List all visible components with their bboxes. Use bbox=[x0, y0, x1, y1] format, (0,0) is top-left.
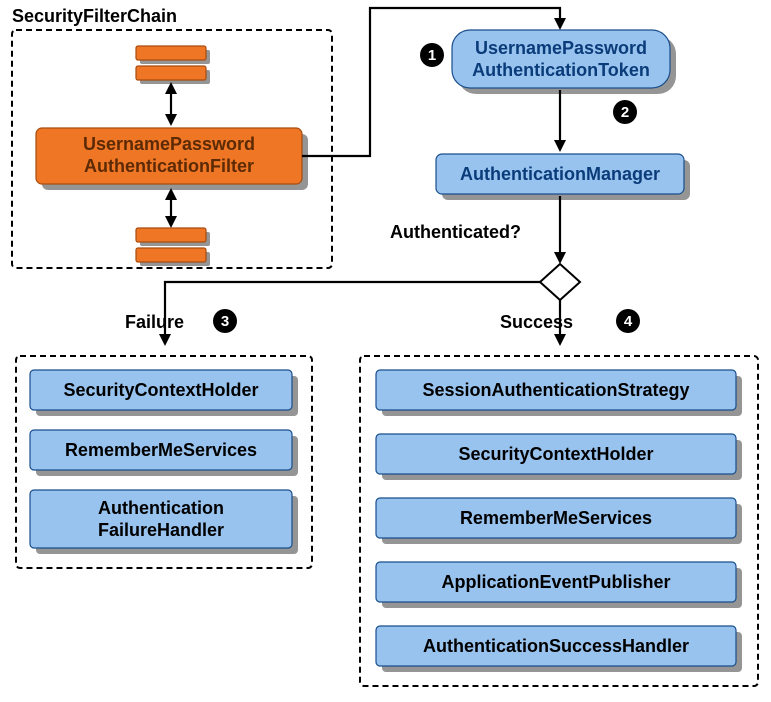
double-arrow-top bbox=[165, 82, 177, 126]
success-box-3: ApplicationEventPublisher bbox=[376, 562, 742, 608]
filter-stack-bottom bbox=[136, 228, 210, 266]
success-box-4: AuthenticationSuccessHandler bbox=[376, 626, 742, 672]
token-box: UsernamePassword AuthenticationToken bbox=[452, 30, 676, 94]
svg-text:SecurityContextHolder: SecurityContextHolder bbox=[63, 380, 258, 400]
svg-text:RememberMeServices: RememberMeServices bbox=[65, 440, 257, 460]
decision-label: Authenticated? bbox=[390, 222, 521, 242]
decision-diamond bbox=[540, 264, 580, 300]
success-label: Success bbox=[500, 312, 573, 332]
badge-1: 1 bbox=[420, 43, 444, 67]
svg-text:ApplicationEventPublisher: ApplicationEventPublisher bbox=[441, 572, 670, 592]
svg-text:1: 1 bbox=[428, 47, 436, 64]
failure-box-2: Authentication FailureHandler bbox=[30, 490, 298, 554]
double-arrow-bottom bbox=[165, 188, 177, 228]
svg-text:AuthenticationSuccessHandler: AuthenticationSuccessHandler bbox=[423, 636, 689, 656]
svg-text:FailureHandler: FailureHandler bbox=[98, 520, 224, 540]
success-box-0: SessionAuthenticationStrategy bbox=[376, 370, 742, 416]
token-line1: UsernamePassword bbox=[475, 38, 647, 58]
svg-text:RememberMeServices: RememberMeServices bbox=[460, 508, 652, 528]
badge-4: 4 bbox=[616, 309, 640, 333]
filter-line1: UsernamePassword bbox=[83, 134, 255, 154]
svg-text:Authentication: Authentication bbox=[98, 498, 224, 518]
success-box-2: RememberMeServices bbox=[376, 498, 742, 544]
svg-text:SecurityContextHolder: SecurityContextHolder bbox=[458, 444, 653, 464]
auth-manager-label: AuthenticationManager bbox=[460, 164, 660, 184]
filter-chain-title: SecurityFilterChain bbox=[12, 6, 177, 26]
svg-text:4: 4 bbox=[624, 313, 633, 330]
username-password-filter-box: UsernamePassword AuthenticationFilter bbox=[36, 128, 308, 190]
failure-label: Failure bbox=[125, 312, 184, 332]
svg-text:SessionAuthenticationStrategy: SessionAuthenticationStrategy bbox=[422, 380, 689, 400]
badge-2: 2 bbox=[613, 100, 637, 124]
badge-3: 3 bbox=[213, 309, 237, 333]
token-line2: AuthenticationToken bbox=[472, 60, 650, 80]
failure-box-0: SecurityContextHolder bbox=[30, 370, 298, 416]
auth-flow-diagram: SecurityFilterChain UsernamePassword Aut… bbox=[0, 0, 771, 702]
failure-box-1: RememberMeServices bbox=[30, 430, 298, 476]
svg-text:2: 2 bbox=[621, 104, 629, 121]
svg-text:3: 3 bbox=[221, 313, 229, 330]
auth-manager-box: AuthenticationManager bbox=[436, 154, 690, 200]
success-box-1: SecurityContextHolder bbox=[376, 434, 742, 480]
filter-stack-top bbox=[136, 46, 210, 84]
filter-line2: AuthenticationFilter bbox=[84, 156, 254, 176]
